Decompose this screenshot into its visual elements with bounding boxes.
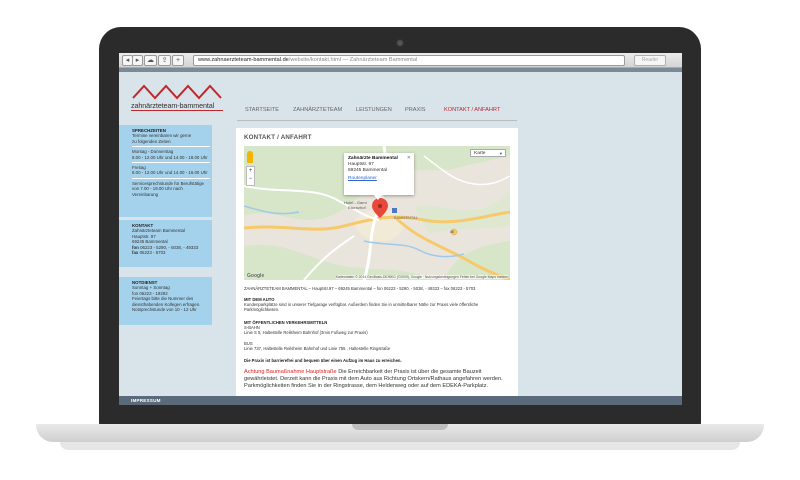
zoom-control: + −	[246, 166, 255, 186]
main-nav: STARTSEITE ZAHNÄRZTETEAM LEISTUNGEN PRAX…	[241, 107, 521, 117]
url-host: www.zahnaerzteteam-bammental.de	[198, 57, 289, 63]
content-panel: KONTAKT / ANFAHRT Hotel - Garni Elsenzho…	[236, 128, 518, 400]
sprechzeiten-intro2: zu folgenden Zeiten	[132, 138, 171, 144]
nav-zahnaerzteteam[interactable]: ZAHNÄRZTETEAM	[293, 107, 342, 113]
zoom-out-button[interactable]: −	[247, 175, 254, 183]
google-map[interactable]: Hotel - Garni Elsenzhof BAMMENTAL 45 + −…	[244, 146, 510, 280]
nav-praxis[interactable]: PRAXIS	[405, 107, 426, 113]
zoom-in-button[interactable]: +	[247, 167, 254, 175]
forward-button[interactable]: ▸	[132, 55, 143, 66]
nav-leistungen[interactable]: LEISTUNGEN	[356, 107, 392, 113]
barrier-free-note: Die Praxis ist barrierefrei und bequem ü…	[244, 358, 402, 363]
share-icon[interactable]: ⇪	[158, 55, 171, 66]
address-bar[interactable]: www.zahnaerzteteam-bammental.de/website/…	[193, 55, 625, 66]
sprechzeiten-hours-2: 8.00 - 12.00 Uhr und 14.00 - 16.00 Uhr	[132, 170, 208, 176]
logo-roof-icon	[132, 84, 222, 100]
impressum-link[interactable]: IMPRESSUM	[131, 398, 161, 403]
page-title: KONTAKT / ANFAHRT	[244, 134, 312, 141]
map-info-window: ✕ Zahnärzte Bammental Hauptstr. 97 69245…	[344, 153, 414, 195]
browser-toolbar: ◂ ▸ ☁ ⇪ + www.zahnaerzteteam-bammental.d…	[119, 53, 682, 68]
sidebar-kontakt: KONTAKT Zahnärzteteam Bammental Hauptstr…	[119, 220, 212, 267]
laptop-notch	[352, 424, 448, 430]
url-path: /website/kontakt.html — Zahnärzteteam Ba…	[288, 57, 418, 63]
logo-underline	[131, 110, 223, 111]
nav-startseite[interactable]: STARTSEITE	[245, 107, 279, 113]
logo[interactable]: zahnärzteteam-bammental	[131, 84, 223, 111]
sbahn-text: Linie S 5, Haltestelle Reilsheim Bahnhof…	[244, 330, 368, 335]
route-planner-link[interactable]: Routenplaner	[348, 176, 410, 182]
map-attribution[interactable]: Kartendaten © 2014 GeoBasis-DE/BKG (©200…	[335, 275, 508, 279]
logo-text: zahnärzteteam-bammental	[131, 101, 215, 110]
close-icon[interactable]: ✕	[407, 155, 411, 161]
notdienst-hours: Notsprechstunde von 10 - 12 Uhr	[132, 307, 197, 313]
nav-kontakt-anfahrt[interactable]: KONTAKT / ANFAHRT	[444, 107, 500, 113]
reader-button[interactable]: Reader	[634, 55, 666, 66]
sidebar-sprechzeiten: SPRECHZEITEN Termine vereinbaren wir ger…	[119, 125, 212, 217]
browser-window: ◂ ▸ ☁ ⇪ + www.zahnaerzteteam-bammental.d…	[119, 53, 682, 405]
add-tab-button[interactable]: +	[172, 55, 184, 66]
bus-text: Linie 737, Haltestelle Reilsheim Bahnhof…	[244, 346, 391, 351]
construction-notice: Achtung Baumaßnahme Hauptstraße Die Erre…	[244, 369, 514, 389]
chevron-down-icon: ▾	[499, 151, 502, 156]
sprechzeiten-service-hours: von 7.00 - 19.00 Uhr nach Vereinbarung	[132, 186, 183, 197]
sidebar-notdienst: NOTDIENST Sonntag + Sonntag fon 06223 - …	[119, 277, 212, 325]
map-label-road: 45	[450, 230, 454, 234]
address-line: ZAHNÄRZTETEAM BAMMENTAL – Hauptstr.97 – …	[244, 286, 476, 291]
map-type-select[interactable]: Karte ▾	[470, 149, 506, 157]
google-logo: Google	[247, 273, 265, 279]
web-page: zahnärzteteam-bammental STARTSEITE ZAHNÄ…	[119, 72, 682, 405]
info-city: 69245 Bammental	[348, 168, 387, 173]
camera-icon	[396, 39, 404, 47]
kontakt-fax: fax 06223 - 5703	[132, 250, 166, 256]
map-label-hotel-2: Elsenzhof	[348, 205, 366, 210]
info-window-tail	[374, 195, 382, 200]
sprechzeiten-hours-1: 8.00 - 12.00 Uhr und 14.00 - 18.00 Uhr	[132, 154, 208, 160]
map-label-town: BAMMENTAL	[394, 216, 418, 220]
street-view-icon[interactable]	[247, 151, 253, 163]
auto-text: Kundenparkplätze sind in unserer Tiefgar…	[244, 302, 479, 313]
nav-divider	[237, 120, 517, 121]
page-footer: IMPRESSUM	[119, 396, 682, 405]
cloud-icon[interactable]: ☁	[144, 55, 157, 66]
laptop-shadow	[60, 442, 740, 450]
construction-notice-title: Achtung Baumaßnahme Hauptstraße	[244, 369, 337, 375]
